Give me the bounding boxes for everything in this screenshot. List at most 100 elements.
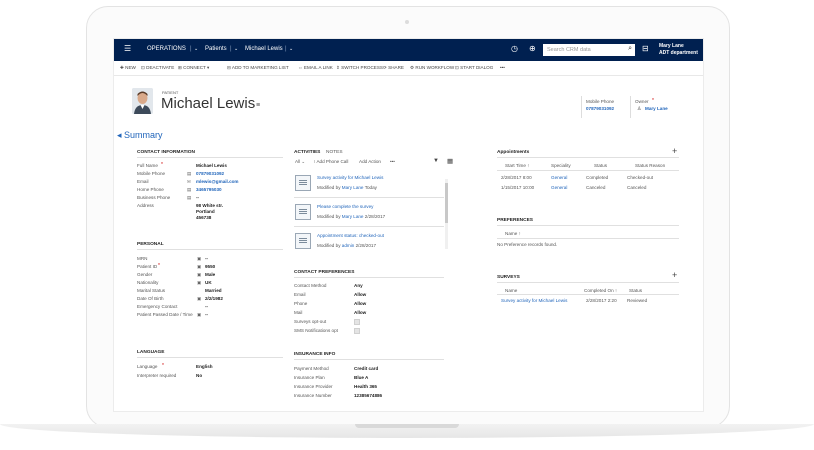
activity-title[interactable]: Appointment status: checked-out [317, 233, 384, 238]
mrn-value: -- [205, 256, 209, 261]
table-cell[interactable]: General [551, 185, 567, 190]
column-header[interactable]: Speciality [551, 163, 571, 168]
search-input[interactable]: Search CRM data [547, 47, 591, 53]
table-cell[interactable]: Survey activity for Michael Lewis [501, 298, 567, 303]
activity-author[interactable]: Mary Lane [342, 214, 364, 219]
table-cell[interactable]: 2/28/2017 8:00 [501, 175, 532, 180]
add-appointment-plus-icon[interactable]: + [672, 146, 677, 156]
activity-title[interactable]: Survey activity for Michael Lewis [317, 175, 383, 180]
email-icon[interactable]: ✉ [187, 179, 191, 185]
table-cell[interactable]: 1/15/2017 10:00 [501, 185, 534, 190]
column-header[interactable]: Status [594, 163, 607, 168]
language-value[interactable]: English [196, 364, 213, 369]
nationality-value: UK [205, 280, 212, 285]
recent-clock-icon[interactable]: ◷ [511, 44, 518, 53]
phone-icon[interactable]: ▤ [187, 187, 191, 193]
add-phone-call-button[interactable]: ⁝ Add Phone Call [314, 159, 348, 165]
email-pref-value[interactable]: Allow [354, 292, 366, 297]
address-line-3[interactable]: 456738 [196, 215, 211, 220]
column-header[interactable]: Status [629, 288, 642, 293]
home-phone-value[interactable]: 3465795030 [196, 187, 222, 192]
patient-avatar [132, 88, 153, 114]
nav-entity[interactable]: Patients [205, 46, 227, 52]
divider [137, 157, 283, 158]
business-phone-value[interactable]: -- [196, 195, 199, 200]
summary-section-title[interactable]: ◂ Summary [117, 130, 163, 141]
user-department[interactable]: ADT department [659, 50, 698, 56]
insurance-plan-value[interactable]: Blue A [354, 375, 368, 380]
patient-passed-label: Patient Passed Date / Time [137, 312, 193, 317]
activities-scrollbar-thumb[interactable] [445, 183, 448, 223]
phone-icon[interactable]: ▤ [187, 171, 191, 177]
marital-status-value[interactable]: Married [205, 288, 222, 293]
nav-area-chevron-icon[interactable]: ⌄ [194, 46, 198, 52]
header-owner-value[interactable]: Mary Lane [645, 106, 668, 111]
search-box[interactable]: Search CRM data ⌕ [543, 44, 635, 56]
column-header[interactable]: Completed On ↑ [584, 288, 617, 293]
preferences-title: PREFERENCES [497, 218, 533, 223]
header-mobile-value[interactable]: 07879031092 [586, 106, 614, 111]
search-icon[interactable]: ⌕ [628, 45, 632, 53]
column-header[interactable]: Name [505, 288, 517, 293]
add-action-button[interactable]: Add Action [359, 159, 381, 164]
interpreter-value[interactable]: No [196, 373, 202, 378]
contact-method-value[interactable]: Any [354, 283, 363, 288]
email-value[interactable]: mlewis@gmail.com [196, 179, 239, 184]
appointment-activity-icon [295, 233, 311, 249]
deactivate-button[interactable]: ⊡ DEACTIVATE [141, 65, 174, 71]
full-name-value[interactable]: Michael Lewis [196, 163, 227, 168]
user-name[interactable]: Mary Lane [659, 43, 684, 49]
column-header[interactable]: Start Time ↑ [505, 163, 530, 168]
payment-method-value[interactable]: Credit card [354, 366, 378, 371]
divider [497, 225, 679, 226]
email-link-button[interactable]: ⇔ EMAIL A LINK [298, 65, 333, 70]
filter-icon[interactable]: ▼ [433, 158, 439, 164]
email-pref-label: Email [294, 292, 306, 297]
add-survey-plus-icon[interactable]: + [672, 270, 677, 280]
start-dialog-button[interactable]: ⊡ START DIALOG [455, 65, 493, 71]
activity-filter[interactable]: All ⌄ [295, 159, 305, 165]
address-line-1[interactable]: 98 White str. [196, 203, 223, 208]
switch-process-button[interactable]: ⇕ SWITCH PROCESS [336, 65, 383, 71]
emergency-contact-value[interactable]: -- [205, 304, 208, 309]
owner-user-icon: ♙ [637, 106, 642, 112]
tab-notes[interactable]: NOTES [326, 150, 343, 155]
more-commands-button[interactable]: ••• [500, 65, 505, 70]
address-line-2[interactable]: Portland [196, 209, 215, 214]
column-header[interactable]: Name ↑ [505, 231, 521, 236]
phone-icon[interactable]: ▤ [187, 195, 191, 201]
home-phone-label: Home Phone [137, 187, 164, 192]
nav-area[interactable]: OPERATIONS [147, 46, 186, 52]
nav-record[interactable]: Michael Lewis [245, 46, 283, 52]
new-button[interactable]: ✚ NEW [120, 65, 136, 71]
phone-pref-value[interactable]: Allow [354, 301, 366, 306]
surveys-optout-checkbox[interactable] [354, 319, 360, 325]
nav-entity-chevron-icon[interactable]: ⌄ [234, 46, 238, 52]
table-cell[interactable]: General [551, 175, 567, 180]
insurance-number-value[interactable]: 12385674886 [354, 393, 382, 398]
tab-activities[interactable]: ACTIVITIES [294, 150, 320, 155]
connect-button[interactable]: ⊞ CONNECT ▾ [178, 65, 209, 71]
add-to-marketing-list-button[interactable]: ⊟ ADD TO MARKETING LIST [227, 65, 289, 71]
activity-title[interactable]: Please complete the survey [317, 204, 373, 209]
activity-author[interactable]: Mary Lane [342, 185, 364, 190]
activity-meta: Modified by Mary Lane Today [317, 185, 377, 190]
column-header[interactable]: Status Reason [635, 163, 665, 168]
more-activity-options-button[interactable]: ••• [390, 159, 395, 164]
lock-icon: ▣ [197, 264, 202, 269]
view-list-icon[interactable]: ▦ [447, 157, 453, 165]
user-profile-icon[interactable]: ⊟ [642, 44, 649, 53]
header-divider [581, 96, 582, 118]
activity-author[interactable]: admin [342, 243, 355, 248]
form-selector-icon[interactable]: ≡ [256, 102, 260, 109]
insurance-plan-label: Insurance Plan [294, 375, 325, 380]
mail-pref-value[interactable]: Allow [354, 310, 366, 315]
run-workflow-button[interactable]: ⚙ RUN WORKFLOW [410, 65, 454, 71]
hamburger-menu-icon[interactable]: ☰ [124, 44, 131, 53]
insurance-provider-value[interactable]: Health 365 [354, 384, 377, 389]
sms-optout-checkbox[interactable] [354, 328, 360, 334]
create-plus-icon[interactable]: ⊕ [529, 44, 536, 53]
nav-record-chevron-icon[interactable]: ⌄ [289, 46, 293, 52]
share-button[interactable]: ⟳ SHARE [383, 65, 404, 71]
mobile-phone-value[interactable]: 07879031092 [196, 171, 224, 176]
